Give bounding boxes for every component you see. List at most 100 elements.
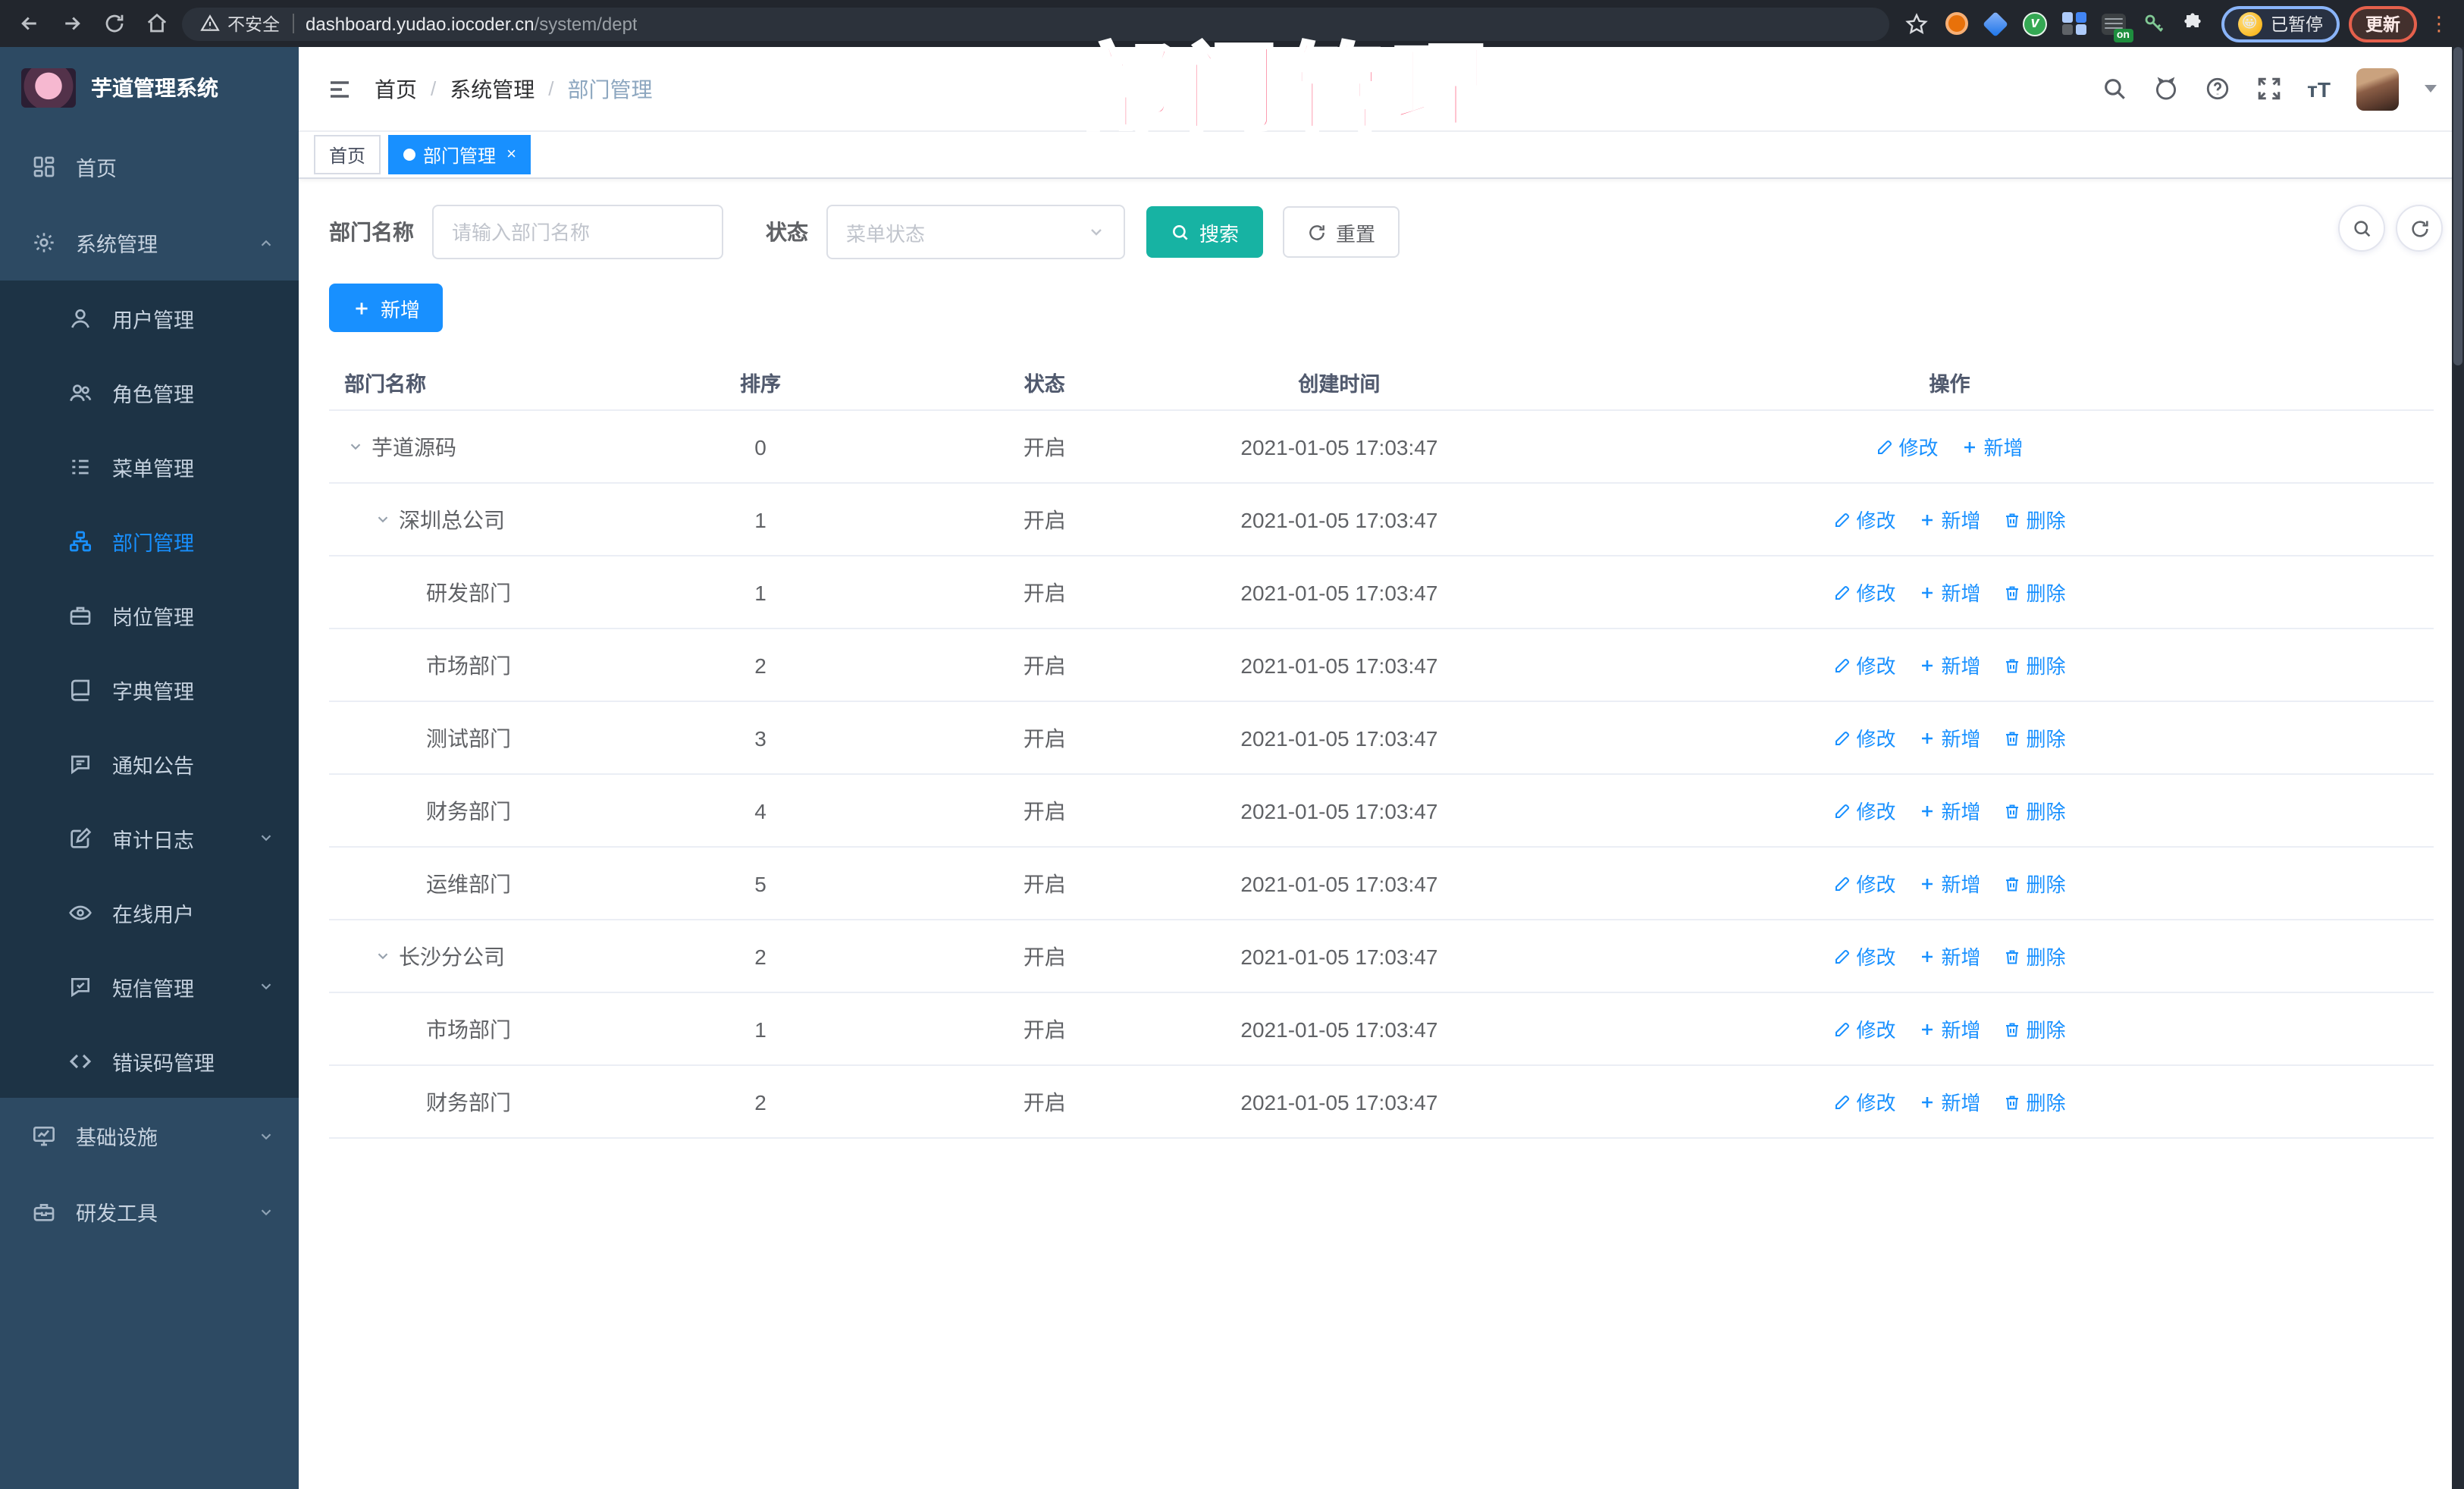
squares-icon[interactable] — [2061, 11, 2087, 36]
page-scrollbar[interactable] — [2452, 47, 2464, 1489]
status-cell: 开启 — [1023, 798, 1066, 823]
row-action-删除[interactable]: 删除 — [2004, 723, 2066, 752]
row-action-新增[interactable]: 新增 — [1918, 1087, 1981, 1116]
font-size-icon[interactable]: ᴛT — [2307, 77, 2331, 101]
github-icon[interactable] — [2152, 76, 2178, 102]
refresh-table-button[interactable] — [2396, 205, 2443, 252]
security-warning[interactable]: 不安全 — [200, 11, 280, 36]
sidebar-item-11[interactable]: 短信管理 — [0, 949, 299, 1023]
update-button[interactable]: 更新 — [2349, 5, 2417, 42]
sidebar-item-4[interactable]: 菜单管理 — [0, 429, 299, 503]
forward-icon[interactable] — [55, 7, 88, 40]
row-action-删除[interactable]: 删除 — [2004, 796, 2066, 825]
browser-menu-icon[interactable]: ⋮ — [2426, 11, 2452, 36]
home-icon[interactable] — [140, 7, 173, 40]
expand-caret-icon[interactable] — [371, 945, 393, 967]
row-action-修改[interactable]: 修改 — [1833, 578, 1895, 607]
sidebar-item-12[interactable]: 错误码管理 — [0, 1023, 299, 1098]
row-action-删除[interactable]: 删除 — [2004, 1014, 2066, 1043]
row-action-删除[interactable]: 删除 — [2004, 505, 2066, 534]
breadcrumb-item-1[interactable]: 系统管理 — [450, 74, 534, 104]
row-action-新增[interactable]: 新增 — [1918, 578, 1981, 607]
breadcrumb-item-0[interactable]: 首页 — [375, 74, 417, 104]
sidebar-item-13[interactable]: 基础设施 — [0, 1098, 299, 1174]
status-cell: 开启 — [1023, 653, 1066, 677]
sidebar-item-8[interactable]: 通知公告 — [0, 726, 299, 801]
help-icon[interactable] — [2204, 76, 2230, 102]
add-button[interactable]: 新增 — [329, 284, 444, 332]
switch-on-icon[interactable]: on — [2101, 11, 2133, 42]
row-action-新增[interactable]: 新增 — [1918, 650, 1981, 679]
scrollbar-thumb[interactable] — [2453, 47, 2462, 365]
create-time-cell: 2021-01-05 17:03:47 — [1240, 871, 1438, 895]
actions-cell: 修改 新增 删除 — [1466, 1087, 2434, 1116]
reset-button[interactable]: 重置 — [1283, 206, 1400, 258]
search-button[interactable]: 搜索 — [1146, 206, 1264, 258]
search-icon[interactable] — [2101, 76, 2127, 102]
user-avatar[interactable] — [2356, 67, 2399, 110]
back-icon[interactable] — [12, 7, 45, 40]
row-action-删除[interactable]: 删除 — [2004, 578, 2066, 607]
row-action-新增[interactable]: 新增 — [1961, 432, 2024, 461]
row-action-修改[interactable]: 修改 — [1833, 505, 1895, 534]
browser-profile-badge[interactable]: 😀 已暂停 — [2221, 5, 2340, 42]
edit-icon — [1833, 1020, 1851, 1038]
reload-icon[interactable] — [97, 7, 130, 40]
sidebar: 芋道管理系统 首页 系统管理 用户管理 角色管理 菜单管理 部门管理 岗位管理 字典管理 通知公… — [0, 47, 299, 1489]
tab-0[interactable]: 首页 — [314, 135, 381, 174]
row-action-新增[interactable]: 新增 — [1918, 869, 1981, 898]
row-action-删除[interactable]: 删除 — [2004, 650, 2066, 679]
collapse-sidebar-icon[interactable] — [326, 75, 353, 102]
row-action-修改[interactable]: 修改 — [1876, 432, 1938, 461]
row-action-修改[interactable]: 修改 — [1833, 796, 1895, 825]
sidebar-item-7[interactable]: 字典管理 — [0, 652, 299, 726]
sidebar-item-2[interactable]: 用户管理 — [0, 281, 299, 355]
sidebar-item-5[interactable]: 部门管理 — [0, 503, 299, 578]
infra-icon — [30, 1122, 58, 1149]
close-tab-icon[interactable]: × — [506, 146, 516, 164]
row-action-删除[interactable]: 删除 — [2004, 1087, 2066, 1116]
sort-cell: 2 — [754, 1089, 766, 1114]
key-icon[interactable] — [2140, 11, 2166, 36]
sidebar-item-3[interactable]: 角色管理 — [0, 355, 299, 429]
dept-name-cell: 深圳总公司 — [329, 504, 644, 534]
adblock-icon[interactable] — [1943, 11, 1969, 36]
status-select[interactable]: 菜单状态 — [826, 205, 1125, 259]
row-action-修改[interactable]: 修改 — [1833, 650, 1895, 679]
sidebar-item-1[interactable]: 系统管理 — [0, 205, 299, 281]
row-action-修改[interactable]: 修改 — [1833, 723, 1895, 752]
row-action-新增[interactable]: 新增 — [1918, 1014, 1981, 1043]
row-action-修改[interactable]: 修改 — [1833, 1087, 1895, 1116]
expand-caret-icon[interactable] — [344, 436, 365, 457]
app-logo-row[interactable]: 芋道管理系统 — [0, 47, 299, 129]
gem-icon[interactable] — [1983, 11, 2008, 36]
sidebar-item-9[interactable]: 审计日志 — [0, 801, 299, 875]
row-action-新增[interactable]: 新增 — [1918, 505, 1981, 534]
bookmark-star-icon[interactable] — [1904, 11, 1930, 36]
row-action-删除[interactable]: 删除 — [2004, 942, 2066, 970]
sidebar-item-10[interactable]: 在线用户 — [0, 875, 299, 949]
row-action-新增[interactable]: 新增 — [1918, 942, 1981, 970]
sidebar-item-6[interactable]: 岗位管理 — [0, 578, 299, 652]
row-action-修改[interactable]: 修改 — [1833, 869, 1895, 898]
fullscreen-icon[interactable] — [2256, 76, 2281, 102]
user-menu-caret-icon[interactable] — [2425, 85, 2437, 92]
tab-1[interactable]: 部门管理 × — [388, 135, 531, 174]
sidebar-item-0[interactable]: 首页 — [0, 129, 299, 205]
toggle-search-button[interactable] — [2338, 205, 2385, 252]
expand-caret-icon[interactable] — [371, 509, 393, 530]
dept-name-cell: 测试部门 — [329, 723, 644, 753]
row-action-新增[interactable]: 新增 — [1918, 723, 1981, 752]
row-action-删除[interactable]: 删除 — [2004, 869, 2066, 898]
green-check-icon[interactable]: v — [2022, 11, 2048, 36]
row-action-修改[interactable]: 修改 — [1833, 942, 1895, 970]
row-action-新增[interactable]: 新增 — [1918, 796, 1981, 825]
puzzle-icon[interactable] — [2180, 11, 2205, 36]
dept-name-input[interactable] — [432, 205, 723, 259]
row-action-修改[interactable]: 修改 — [1833, 1014, 1895, 1043]
sidebar-item-14[interactable]: 研发工具 — [0, 1174, 299, 1249]
address-bar[interactable]: 不安全 dashboard.yudao.iocoder.cn/system/de… — [182, 7, 1889, 40]
actions-cell: 修改 新增 删除 — [1466, 1014, 2434, 1043]
dept-name-cell: 财务部门 — [329, 1086, 644, 1117]
dashboard-icon — [30, 153, 58, 180]
